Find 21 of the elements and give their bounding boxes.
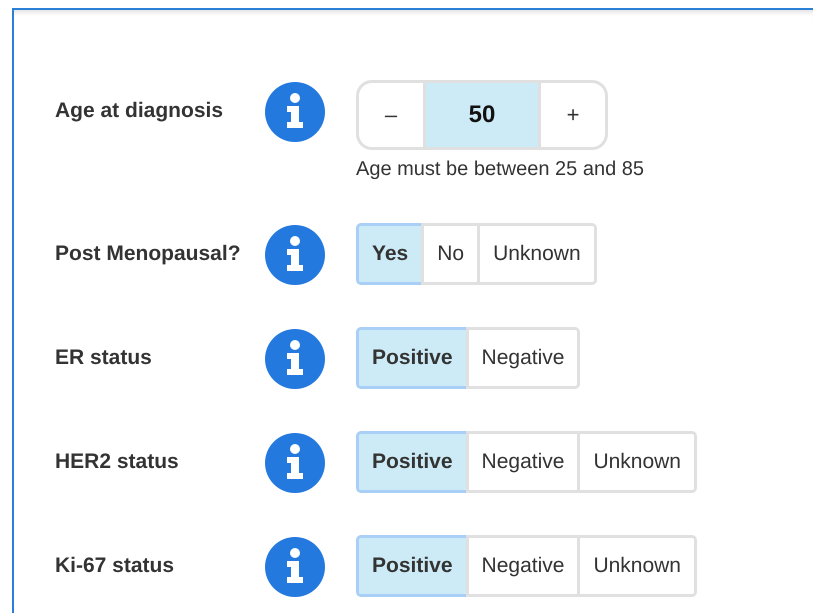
option-button[interactable]: Negative xyxy=(466,327,580,389)
info-icon[interactable] xyxy=(265,225,325,285)
option-button[interactable]: Positive xyxy=(356,327,469,389)
option-button[interactable]: Unknown xyxy=(577,431,697,493)
option-button[interactable]: Unknown xyxy=(477,223,597,285)
option-button[interactable]: Unknown xyxy=(577,535,697,597)
info-icon[interactable] xyxy=(265,329,325,389)
hint-text: Age must be between 25 and 85 xyxy=(356,158,644,181)
field-label: Post Menopausal? xyxy=(55,241,242,267)
info-icon[interactable] xyxy=(265,82,325,142)
field-label: Age at diagnosis xyxy=(55,98,224,124)
option-button[interactable]: Positive xyxy=(356,535,469,597)
decrement-button[interactable]: – xyxy=(356,80,426,150)
field-label: HER2 status xyxy=(55,449,180,475)
age-input[interactable]: 50 xyxy=(423,80,541,150)
field-label: Ki-67 status xyxy=(55,553,176,579)
info-icon[interactable] xyxy=(265,433,325,493)
info-icon[interactable] xyxy=(265,537,325,597)
field-label: ER status xyxy=(55,345,153,371)
option-button[interactable]: Positive xyxy=(356,431,469,493)
increment-button[interactable]: + xyxy=(538,80,608,150)
